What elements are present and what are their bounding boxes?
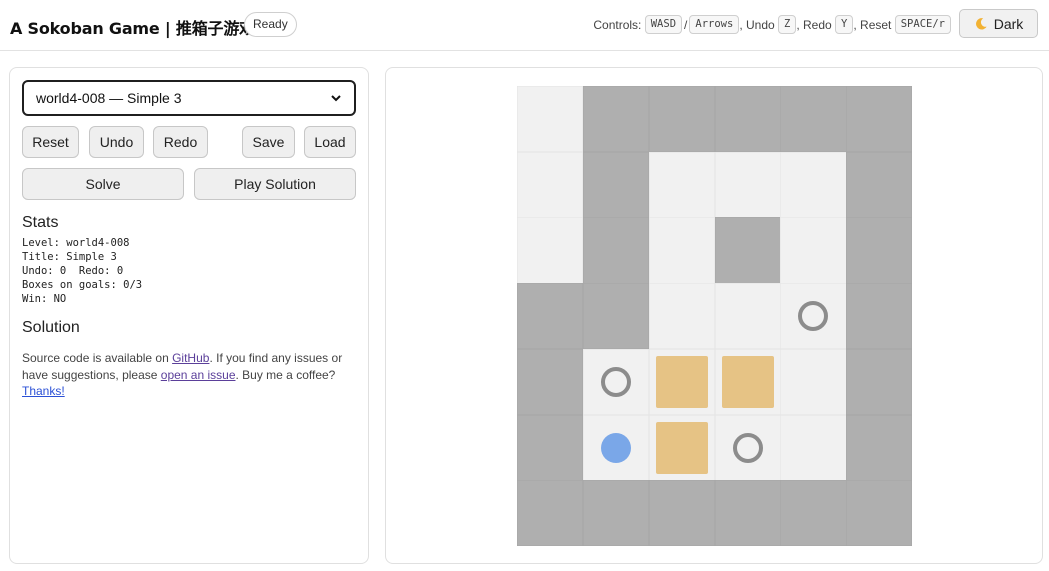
key-wasd: WASD — [644, 15, 683, 34]
wall-tile — [780, 86, 847, 153]
wall-tile — [780, 480, 847, 547]
floor-tile — [648, 151, 715, 218]
undo-button[interactable]: Undo — [89, 126, 144, 158]
wall-tile — [517, 414, 584, 481]
wall-tile — [648, 86, 715, 153]
wall-tile — [517, 480, 584, 547]
box — [655, 355, 708, 408]
stat-level: Level: world4-008 — [22, 237, 130, 249]
theme-toggle-button[interactable]: Dark — [959, 9, 1038, 38]
floor-tile — [780, 151, 847, 218]
stat-title: Title: Simple 3 — [22, 251, 117, 263]
wall-tile — [846, 151, 913, 218]
wall-tile — [582, 283, 650, 350]
wall-tile — [846, 217, 913, 284]
key-arrows: Arrows — [689, 15, 740, 34]
level-select[interactable]: world4-008 — Simple 3 — [22, 80, 356, 116]
wall-tile — [846, 86, 913, 153]
reset-button[interactable]: Reset — [22, 126, 79, 158]
floor-tile — [714, 151, 781, 218]
solution-heading: Solution — [22, 319, 80, 336]
key-reset: SPACE/r — [894, 15, 951, 34]
level-select-value: world4-008 — Simple 3 — [36, 90, 182, 106]
floor-tile — [648, 217, 715, 284]
wall-tile — [846, 480, 913, 547]
wall-tile — [517, 348, 584, 416]
redo-hint-label: , Redo — [796, 17, 832, 32]
moon-icon — [975, 17, 987, 30]
key-redo: Y — [835, 15, 854, 34]
wall-tile — [582, 480, 650, 547]
floor-tile — [780, 283, 847, 350]
floor-tile — [648, 414, 715, 481]
wall-tile — [846, 414, 913, 481]
stat-boxes-on-goals: Boxes on goals: 0/3 — [22, 279, 143, 291]
chevron-down-icon — [331, 95, 341, 102]
stat-win: Win: NO — [22, 293, 67, 305]
floor-tile — [517, 151, 584, 218]
floor-tile — [780, 217, 847, 284]
key-undo: Z — [778, 15, 797, 34]
floor-tile — [714, 414, 781, 481]
stat-undo-redo: Undo: 0 Redo: 0 — [22, 265, 124, 277]
solve-button[interactable]: Solve — [22, 168, 184, 200]
open-issue-link[interactable]: open an issue — [161, 368, 236, 382]
controls-help: Controls: WASD / Arrows, Undo Z, Redo Y, R… — [593, 14, 951, 35]
github-link[interactable]: GitHub — [172, 351, 209, 365]
floor-tile — [780, 414, 847, 481]
floor-tile — [714, 348, 781, 416]
player — [600, 432, 631, 463]
floor-tile — [517, 86, 584, 153]
box — [655, 421, 708, 474]
wall-tile — [714, 480, 781, 547]
key-separator: / — [684, 17, 688, 32]
footer-note: Source code is available on GitHub. If y… — [22, 350, 352, 400]
footer-text-1: Source code is available on — [22, 351, 173, 365]
load-button[interactable]: Load — [304, 126, 356, 158]
floor-tile — [714, 283, 781, 350]
thanks-link[interactable]: Thanks! — [22, 384, 65, 398]
goal-target — [600, 366, 631, 397]
floor-tile — [780, 348, 847, 416]
stats-heading: Stats — [22, 214, 59, 231]
redo-button[interactable]: Redo — [153, 126, 208, 158]
undo-hint-label: , Undo — [739, 17, 775, 32]
wall-tile — [846, 348, 913, 416]
sokoban-board[interactable] — [517, 86, 913, 547]
goal-target — [732, 432, 763, 463]
theme-toggle-label: Dark — [993, 15, 1024, 32]
reset-hint-label: , Reset — [853, 17, 892, 32]
play-solution-button[interactable]: Play Solution — [194, 168, 356, 200]
goal-target — [798, 301, 829, 332]
stats-block: Level: world4-008 Title: Simple 3 Undo: 0 … — [22, 236, 142, 306]
floor-tile — [582, 414, 650, 481]
wall-tile — [582, 86, 650, 153]
wall-tile — [582, 151, 650, 218]
wall-tile — [846, 283, 913, 350]
wall-tile — [582, 217, 650, 284]
wall-tile — [517, 283, 584, 350]
floor-tile — [648, 283, 715, 350]
floor-tile — [517, 217, 584, 284]
app-title: A Sokoban Game | 推箱子游戏 — [10, 19, 255, 38]
floor-tile — [582, 348, 650, 416]
box — [721, 355, 774, 408]
app-header: A Sokoban Game | 推箱子游戏 Ready Controls: W… — [0, 0, 1049, 51]
floor-tile — [648, 348, 715, 416]
status-badge: Ready — [244, 12, 297, 37]
board-panel — [385, 67, 1043, 564]
save-button[interactable]: Save — [242, 126, 295, 158]
wall-tile — [714, 217, 781, 284]
controls-label: Controls: — [593, 17, 642, 32]
footer-text-3: . Buy me a coffee? — [235, 367, 336, 382]
wall-tile — [714, 86, 781, 153]
control-panel: world4-008 — Simple 3 Reset Undo Redo Sa… — [9, 67, 369, 564]
wall-tile — [648, 480, 715, 547]
